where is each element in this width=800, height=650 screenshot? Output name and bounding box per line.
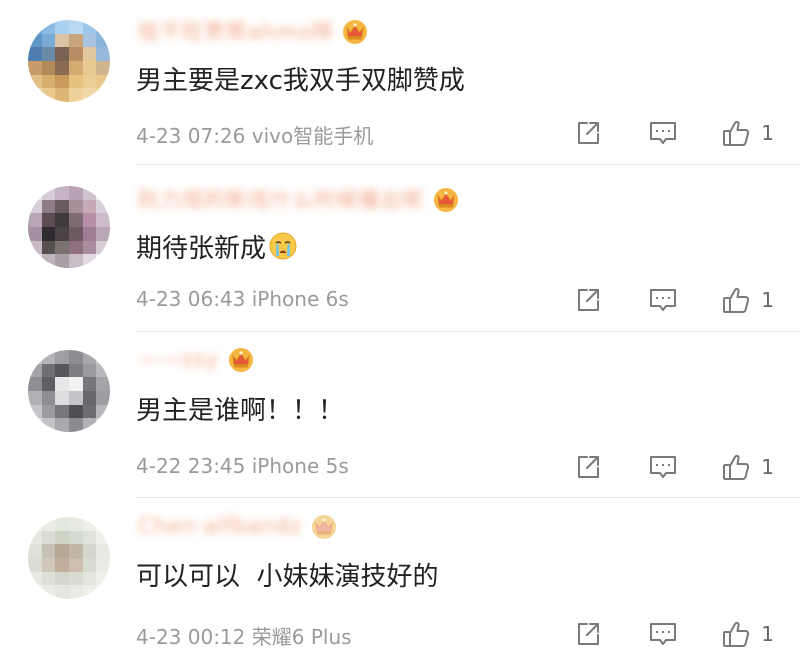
like-count: 1 <box>761 121 774 145</box>
comment-actions: 1 <box>573 619 774 649</box>
vip-crown-icon <box>341 17 369 45</box>
comment-actions: 1 <box>573 285 774 315</box>
like-icon[interactable] <box>721 118 751 148</box>
avatar[interactable] <box>28 20 110 102</box>
comment-text: 期待张新成 <box>136 234 267 264</box>
comment-text-row: 男主要是zxc我双手双脚赞成 <box>136 60 465 97</box>
comment-text-row: 男主是谁啊！！！ <box>136 390 344 427</box>
divider <box>136 497 800 498</box>
share-icon[interactable] <box>573 452 603 482</box>
username-row: ——ssy <box>138 346 255 372</box>
vip-crown-icon <box>432 185 460 213</box>
comment-meta: 4-23 00:12 荣耀6 Plus <box>136 621 352 650</box>
divider <box>136 331 800 332</box>
reply-icon[interactable] <box>647 285 679 315</box>
reply-icon[interactable] <box>647 452 679 482</box>
like-icon[interactable] <box>721 619 751 649</box>
comment-meta: 4-23 07:26 vivo智能手机 <box>136 120 373 149</box>
reply-icon[interactable] <box>647 118 679 148</box>
like-icon[interactable] <box>721 285 751 315</box>
crying-face-icon <box>268 231 298 268</box>
username[interactable]: Chen·alfbandz <box>138 514 302 538</box>
comment-text-row: 可以可以 小妹妹演技好的 <box>136 556 439 593</box>
vip-crown-icon <box>227 345 255 373</box>
comment-time: 4-23 00:12 <box>136 625 246 649</box>
comment-text: 男主要是zxc我双手双脚赞成 <box>136 66 465 96</box>
like-icon[interactable] <box>721 452 751 482</box>
avatar[interactable] <box>28 186 110 268</box>
comment-time: 4-22 23:45 <box>136 454 246 478</box>
comment-time: 4-23 07:26 <box>136 124 246 148</box>
comment-device: 荣耀6 Plus <box>251 625 352 649</box>
comment-device: iPhone 5s <box>251 454 349 478</box>
username[interactable]: ——ssy <box>138 347 219 371</box>
comment-device: iPhone 6s <box>251 287 349 311</box>
comment-meta: 4-23 06:43 iPhone 6s <box>136 287 349 311</box>
comment-feed: 桂干旺贾帮ahmo拜 男主要是zxc我双手双脚赞成 4-23 07:26 vivo… <box>0 0 800 650</box>
comment-time: 4-23 06:43 <box>136 287 246 311</box>
comment-text: 可以可以 小妹妹演技好的 <box>136 562 439 592</box>
comment-device: vivo智能手机 <box>251 124 374 148</box>
comment-actions: 1 <box>573 452 774 482</box>
reply-icon[interactable] <box>647 619 679 649</box>
comment-text: 男主是谁啊！！！ <box>136 396 345 426</box>
share-icon[interactable] <box>573 285 603 315</box>
comment-text-row: 期待张新成 <box>136 228 298 268</box>
avatar[interactable] <box>28 350 110 432</box>
vip-crown-icon <box>310 512 338 540</box>
like-count: 1 <box>761 622 774 646</box>
username[interactable]: 桂干旺贾帮ahmo拜 <box>138 16 333 46</box>
divider <box>136 164 800 165</box>
username[interactable]: 阮力观的新戏什么时候播出呢 <box>138 184 424 214</box>
share-icon[interactable] <box>573 619 603 649</box>
comment-actions: 1 <box>573 118 774 148</box>
like-count: 1 <box>761 288 774 312</box>
username-row: 桂干旺贾帮ahmo拜 <box>138 18 369 44</box>
like-count: 1 <box>761 455 774 479</box>
username-row: 阮力观的新戏什么时候播出呢 <box>138 186 460 212</box>
avatar[interactable] <box>28 517 110 599</box>
comment-meta: 4-22 23:45 iPhone 5s <box>136 454 349 478</box>
share-icon[interactable] <box>573 118 603 148</box>
username-row: Chen·alfbandz <box>138 513 338 539</box>
